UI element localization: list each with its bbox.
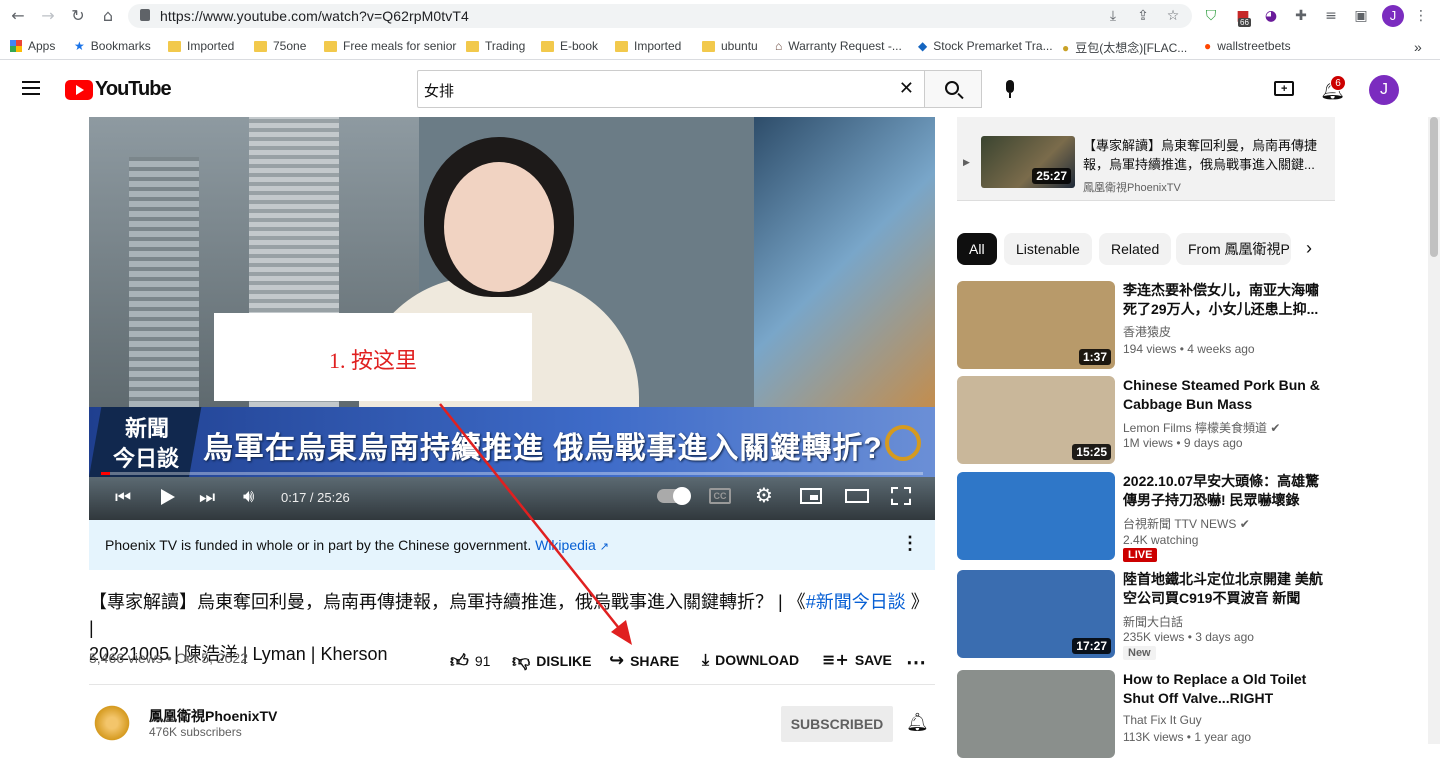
annotation-arrow [439, 403, 632, 645]
